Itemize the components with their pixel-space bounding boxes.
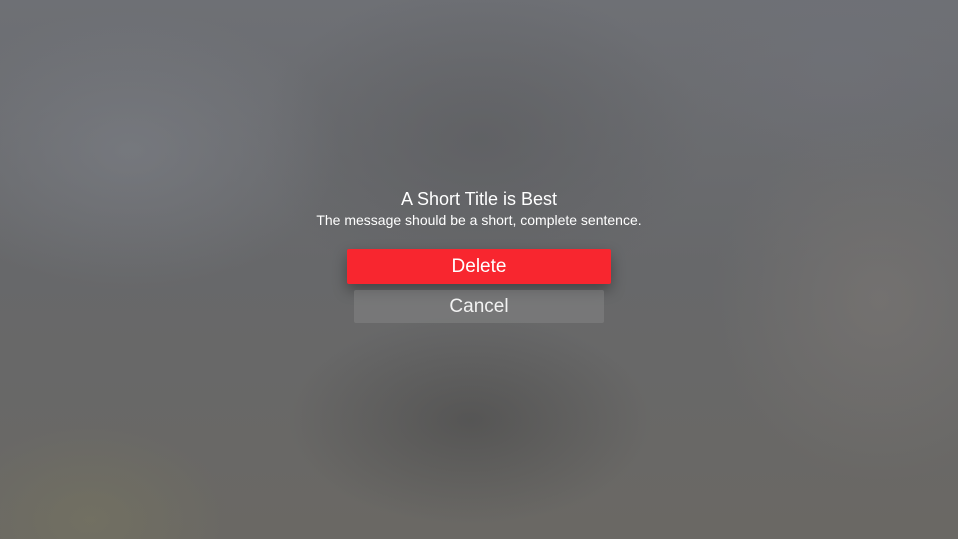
- alert-title: A Short Title is Best: [400, 189, 558, 209]
- delete-button-label: Delete: [451, 255, 507, 277]
- cancel-button[interactable]: Cancel: [354, 290, 604, 323]
- cancel-button-label: Cancel: [449, 295, 509, 317]
- alert-message: The message should be a short, complete …: [316, 212, 642, 228]
- alert-dialog: A Short Title is Best The message should…: [0, 187, 958, 229]
- delete-button[interactable]: Delete: [347, 249, 611, 284]
